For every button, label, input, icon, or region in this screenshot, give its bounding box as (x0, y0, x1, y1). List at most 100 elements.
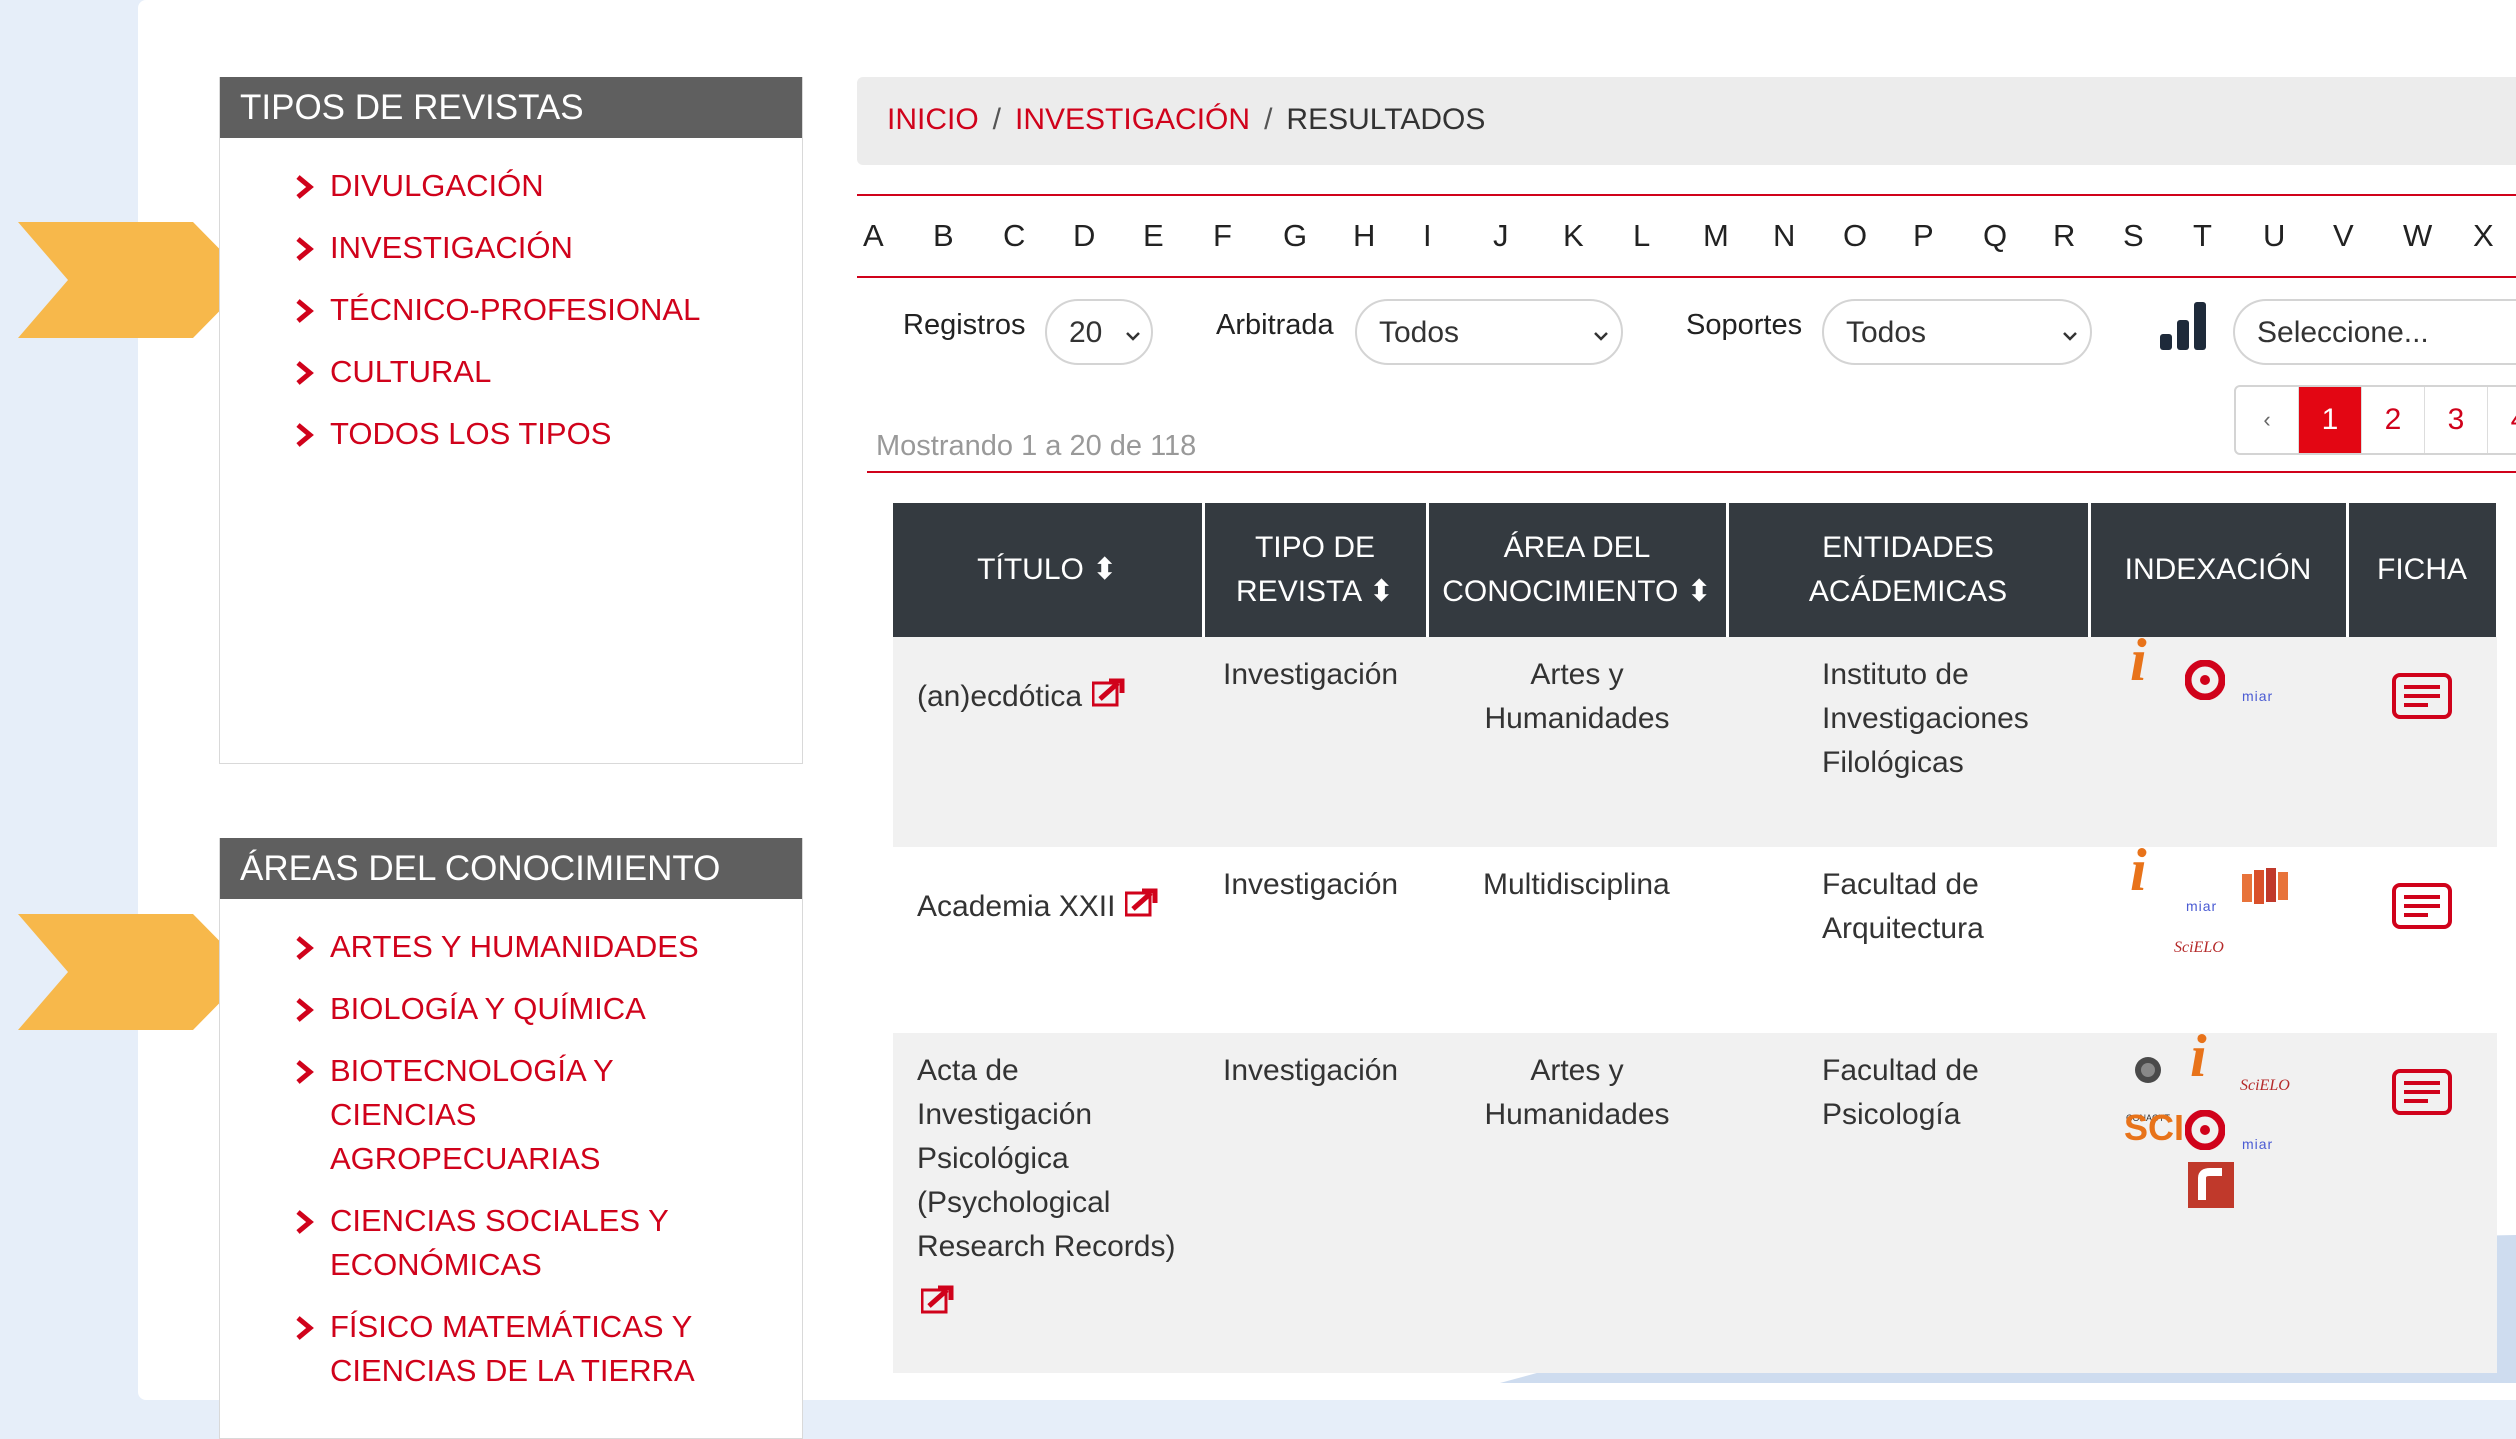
alphabet-letter-q[interactable]: Q (1983, 218, 2007, 254)
journal-title[interactable]: (an)ecdótica (917, 680, 1082, 713)
type-item-todos[interactable]: TODOS LOS TIPOS (294, 412, 802, 456)
area-item-biotecnologia[interactable]: BIOTECNOLOGÍA Y CIENCIAS AGROPECUARIAS (294, 1049, 802, 1181)
dialnet-icon[interactable] (2185, 1110, 2225, 1150)
latindex-icon[interactable]: i (2130, 840, 2147, 900)
registros-select[interactable]: 20 (1045, 299, 1153, 365)
pagination-page-4[interactable]: 4 (2488, 387, 2516, 453)
alphabet-letter-p[interactable]: P (1913, 218, 1934, 254)
miar-icon[interactable]: miar (2242, 1122, 2273, 1166)
alphabet-letter-m[interactable]: M (1703, 218, 1729, 254)
soportes-label: Soportes (1686, 309, 1803, 341)
redalyc-icon[interactable] (2240, 866, 2290, 906)
external-link-icon[interactable] (1091, 676, 1126, 720)
alphabet-letter-i[interactable]: I (1423, 218, 1432, 254)
alphabet-letter-b[interactable]: B (933, 218, 954, 254)
journal-title[interactable]: Academia XXII (917, 890, 1115, 923)
miar-icon[interactable]: miar (2186, 884, 2217, 928)
breadcrumb-home-link[interactable]: INICIO (887, 103, 979, 136)
alphabet-letter-h[interactable]: H (1353, 218, 1375, 254)
latindex-icon[interactable]: i (2130, 630, 2147, 690)
alphabet-letter-u[interactable]: U (2263, 218, 2285, 254)
alphabet-letter-g[interactable]: G (1283, 218, 1307, 254)
record-card-icon[interactable] (2392, 1069, 2452, 1115)
chevron-right-icon (294, 1049, 320, 1085)
redib-icon[interactable] (2188, 1162, 2234, 1208)
alphabet-letter-s[interactable]: S (2123, 218, 2144, 254)
chevron-right-icon (294, 987, 320, 1023)
column-header-type[interactable]: TIPO DE REVISTA ⬍ (1203, 503, 1429, 637)
chevron-right-icon (294, 350, 320, 386)
external-link-icon[interactable] (920, 1283, 955, 1327)
breadcrumb: INICIO / INVESTIGACIÓN / RESULTADOS (857, 77, 2516, 165)
area-item-fisico[interactable]: FÍSICO MATEMÁTICAS Y CIENCIAS DE LA TIER… (294, 1305, 802, 1393)
arbitrada-label: Arbitrada (1216, 309, 1334, 341)
column-header-area[interactable]: ÁREA DEL CONOCIMIENTO ⬍ (1427, 503, 1729, 637)
miar-icon[interactable]: miar (2242, 674, 2273, 718)
alphabet-letter-x[interactable]: X (2473, 218, 2494, 254)
scielo-icon[interactable]: SciELO (2174, 926, 2224, 970)
table-row: Acta de Investigación Psicológica (Psych… (893, 1026, 2497, 1373)
alphabet-letter-a[interactable]: A (863, 218, 884, 254)
alphabet-letter-d[interactable]: D (1073, 218, 1095, 254)
chevron-right-icon (294, 1199, 320, 1235)
soportes-select[interactable]: Todos (1822, 299, 2092, 365)
record-card-icon[interactable] (2392, 673, 2452, 719)
pagination-page-3[interactable]: 3 (2425, 387, 2488, 453)
type-item-investigacion[interactable]: INVESTIGACIÓN (294, 226, 802, 270)
latindex-icon[interactable]: i (2190, 1026, 2207, 1086)
alphabet-letter-r[interactable]: R (2053, 218, 2075, 254)
pagination-prev-button[interactable]: ‹ (2236, 387, 2299, 453)
chevron-right-icon (294, 226, 320, 262)
alphabet-letter-e[interactable]: E (1143, 218, 1164, 254)
alphabet-letter-c[interactable]: C (1003, 218, 1025, 254)
alphabet-letter-v[interactable]: V (2333, 218, 2354, 254)
type-item-tecnico[interactable]: TÉCNICO-PROFESIONAL (294, 288, 802, 332)
breadcrumb-current: RESULTADOS (1286, 103, 1486, 136)
alphabet-letter-l[interactable]: L (1633, 218, 1650, 254)
column-header-entities: ENTIDADES ACÁDEMICAS (1727, 503, 2091, 637)
external-link-icon[interactable] (1124, 886, 1159, 930)
journal-types-title: TIPOS DE REVISTAS (220, 77, 802, 138)
alphabet-letter-k[interactable]: K (1563, 218, 1584, 254)
pagination-page-1[interactable]: 1 (2299, 387, 2362, 453)
scielo-icon[interactable]: SciELO (2240, 1064, 2290, 1108)
alphabet-letter-n[interactable]: N (1773, 218, 1795, 254)
chevron-right-icon (294, 164, 320, 200)
highlight-arrow-icon (18, 914, 250, 1030)
sci-icon[interactable]: SCI (2124, 1106, 2184, 1150)
alphabet-filter: A B C D E F G H I J K L M N O P Q R S T U V W X (857, 194, 2516, 278)
table-row: (an)ecdótica Investigación Artes y Human… (893, 630, 2497, 847)
breadcrumb-section-link[interactable]: INVESTIGACIÓN (1015, 103, 1250, 136)
knowledge-areas-panel: ÁREAS DEL CONOCIMIENTO ARTES Y HUMANIDAD… (219, 838, 803, 1439)
column-header-title[interactable]: TÍTULO ⬍ (893, 503, 1205, 637)
alphabet-letter-o[interactable]: O (1843, 218, 1867, 254)
alphabet-letter-j[interactable]: J (1493, 218, 1509, 254)
pagination: ‹ 1 2 3 4 (2234, 385, 2516, 455)
alphabet-letter-t[interactable]: T (2193, 218, 2212, 254)
journal-types-panel: TIPOS DE REVISTAS DIVULGACIÓN INVESTIGAC… (219, 77, 803, 764)
type-item-divulgacion[interactable]: DIVULGACIÓN (294, 164, 802, 208)
area-item-biologia[interactable]: BIOLOGÍA Y QUÍMICA (294, 987, 802, 1031)
conacyt-icon[interactable] (2128, 1054, 2168, 1098)
alphabet-letter-w[interactable]: W (2403, 218, 2432, 254)
knowledge-areas-title: ÁREAS DEL CONOCIMIENTO (220, 838, 802, 899)
area-item-sociales[interactable]: CIENCIAS SOCIALES Y ECONÓMICAS (294, 1199, 802, 1287)
chevron-down-icon (2063, 332, 2077, 341)
chevron-right-icon (294, 288, 320, 324)
alphabet-letter-f[interactable]: F (1213, 218, 1232, 254)
metric-select[interactable]: Seleccione... (2233, 299, 2516, 365)
chevron-right-icon (294, 412, 320, 448)
record-card-icon[interactable] (2392, 883, 2452, 929)
area-item-artes[interactable]: ARTES Y HUMANIDADES (294, 925, 802, 969)
arbitrada-select[interactable]: Todos (1355, 299, 1623, 365)
highlight-arrow-icon (18, 222, 250, 338)
signal-bars-icon[interactable] (2158, 300, 2210, 352)
chevron-right-icon (294, 925, 320, 961)
dialnet-icon[interactable] (2185, 660, 2225, 700)
journal-type: Investigación (1203, 847, 1427, 1033)
journal-type: Investigación (1203, 637, 1427, 847)
type-item-cultural[interactable]: CULTURAL (294, 350, 802, 394)
journal-title[interactable]: Acta de Investigación Psicológica (Psych… (917, 1054, 1175, 1263)
pagination-page-2[interactable]: 2 (2362, 387, 2425, 453)
table-row: Academia XXII Investigación Multidiscipl… (893, 840, 2497, 1033)
